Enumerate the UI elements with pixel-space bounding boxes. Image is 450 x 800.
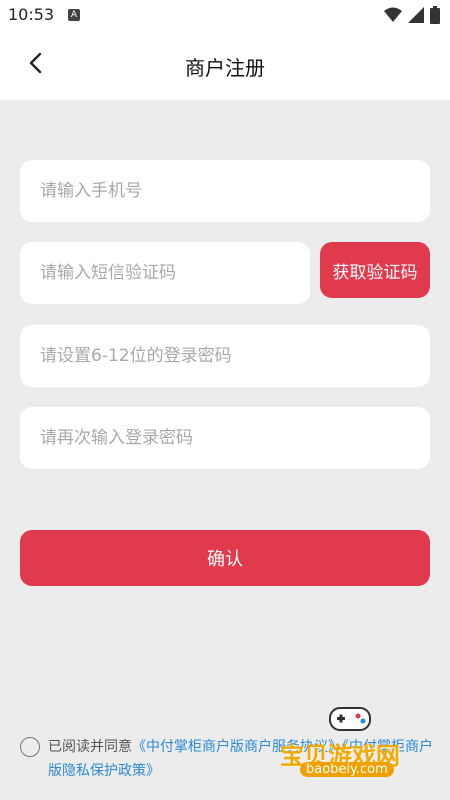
notification-icon: A — [68, 9, 80, 21]
sms-code-field[interactable] — [20, 242, 310, 304]
sms-code-input[interactable] — [40, 242, 310, 304]
confirm-button[interactable]: 确认 — [20, 530, 430, 586]
confirm-password-field[interactable] — [20, 407, 430, 469]
agree-checkbox[interactable] — [20, 737, 40, 757]
watermark-url: baobeiy.com — [300, 762, 394, 777]
signal-icon — [408, 7, 424, 23]
watermark-logo: 宝贝游戏网 baobeiy.com — [270, 700, 430, 795]
phone-input[interactable] — [40, 160, 430, 222]
password-field[interactable] — [20, 325, 430, 387]
password-input[interactable] — [40, 325, 430, 387]
gamepad-icon — [329, 707, 371, 731]
wifi-icon — [384, 7, 402, 22]
battery-icon — [430, 6, 440, 24]
status-icons — [384, 6, 440, 24]
get-code-button[interactable]: 获取验证码 — [320, 242, 430, 298]
phone-field[interactable] — [20, 160, 430, 222]
status-time: 10:53 — [8, 5, 55, 24]
app-header: 商户注册 — [0, 30, 450, 100]
confirm-password-input[interactable] — [40, 407, 430, 469]
status-bar: 10:53 A — [0, 0, 450, 30]
agreement-prefix: 已阅读并同意 — [48, 739, 132, 755]
page-title: 商户注册 — [185, 56, 265, 80]
